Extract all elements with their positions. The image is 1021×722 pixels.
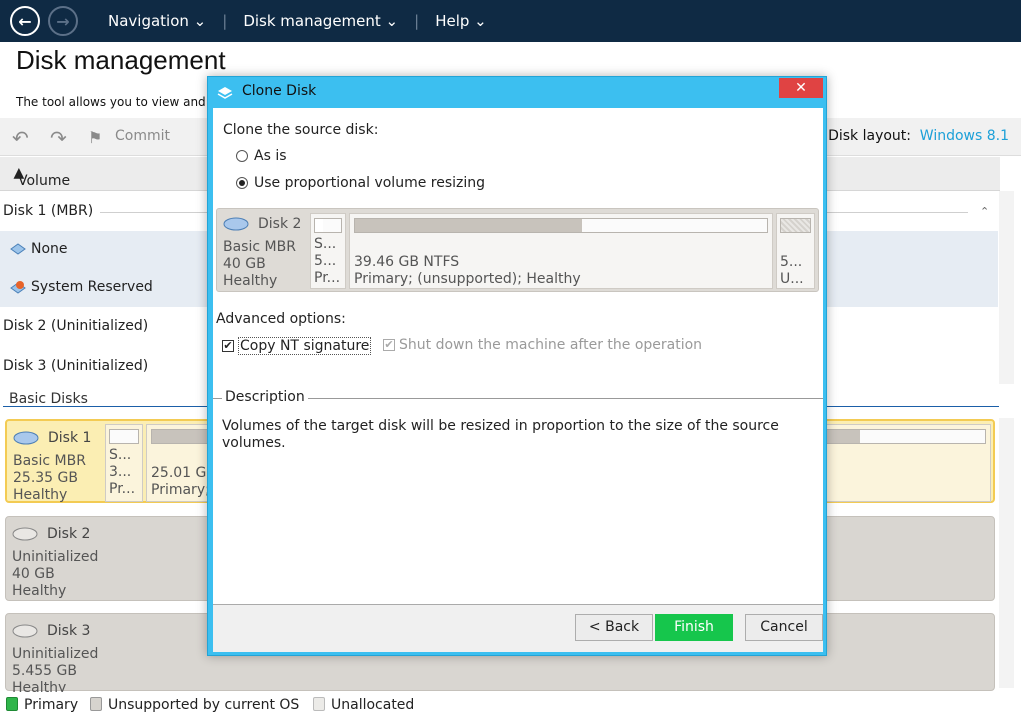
dialog-footer: < Back Finish Cancel	[213, 605, 823, 652]
clone-disk-dialog: Clone Disk ✕ Clone the source disk: As i…	[207, 76, 827, 656]
legend: Primary Unsupported by current OS Unallo…	[0, 692, 1021, 722]
radio-as-is[interactable]	[236, 150, 248, 162]
disks-scrollbar[interactable]	[999, 418, 1014, 688]
copy-nt-signature-option[interactable]: ✔ Copy NT signature	[222, 337, 372, 355]
collapse-icon[interactable]: ⌃	[980, 205, 989, 218]
disk-name: Disk 3	[47, 623, 91, 639]
option-proportional[interactable]: Use proportional volume resizing	[236, 175, 485, 191]
row-label: Disk 3 (Uninitialized)	[3, 358, 149, 374]
disk-icon	[223, 217, 249, 231]
page-title: Disk management	[16, 45, 226, 75]
back-button[interactable]: < Back	[575, 614, 653, 641]
commit-button[interactable]: Commit	[115, 128, 170, 144]
clone-source-label: Clone the source disk:	[223, 122, 379, 138]
source-disk-map[interactable]: Disk 2 Basic MBR 40 GB Healthy S... 5...…	[216, 208, 819, 292]
radio-proportional[interactable]	[236, 177, 248, 189]
checkbox-copy-nt[interactable]: ✔	[222, 340, 234, 352]
disk-meta: Uninitialized 40 GB Healthy	[12, 549, 99, 599]
description-group: Description Volumes of the target disk w…	[213, 389, 823, 605]
layers-icon	[217, 87, 233, 99]
partition-unsupported[interactable]: 5... U...	[776, 213, 815, 289]
partition-system-reserved[interactable]: S... 5... Pr...	[310, 213, 346, 289]
legend-unsupported: Unsupported by current OS	[90, 697, 299, 713]
undo-icon[interactable]: ↶	[12, 126, 29, 150]
disk-meta: Uninitialized 5.455 GB Healthy	[12, 646, 99, 696]
disk-layout-link[interactable]: Windows 8.1	[920, 128, 1009, 144]
volume-icon	[10, 243, 26, 255]
option-as-is[interactable]: As is	[236, 148, 287, 164]
top-nav-bar: ← → Navigation ⌄ | Disk management ⌄ | H…	[0, 0, 1021, 42]
partition-primary-ntfs[interactable]: 39.46 GB NTFS Primary; (unsupported); He…	[349, 213, 773, 289]
legend-primary: Primary	[6, 697, 78, 713]
main-menu: Navigation ⌄ | Disk management ⌄ | Help …	[102, 12, 493, 30]
dialog-body: Clone the source disk: As is Use proport…	[213, 108, 823, 652]
forward-arrow-icon[interactable]: →	[48, 6, 78, 36]
shutdown-option[interactable]: ✔ Shut down the machine after the operat…	[383, 337, 702, 353]
legend-unallocated: Unallocated	[313, 697, 414, 713]
page-subtitle: The tool allows you to view and ma	[16, 95, 229, 109]
disk-meta: Basic MBR 40 GB Healthy	[223, 239, 296, 289]
back-arrow-icon[interactable]: ←	[10, 6, 40, 36]
redo-icon[interactable]: ↷	[50, 126, 67, 150]
disk-icon	[12, 527, 38, 541]
disk-layout-label: Disk layout:	[828, 128, 911, 144]
menu-divider: |	[222, 12, 228, 30]
basic-disks-label: Basic Disks	[9, 391, 88, 407]
row-label: Disk 1 (MBR)	[3, 203, 94, 219]
disk-icon	[12, 624, 38, 638]
checkbox-shutdown[interactable]: ✔	[383, 339, 395, 351]
commit-flag-icon[interactable]: ⚑	[88, 128, 102, 147]
partition-system[interactable]: S... 3... Pr...	[105, 424, 143, 502]
disk-name: Disk 2	[47, 526, 91, 542]
volume-scrollbar[interactable]	[999, 191, 1014, 384]
dialog-title: Clone Disk	[242, 83, 317, 99]
cancel-button[interactable]: Cancel	[745, 614, 823, 641]
menu-help[interactable]: Help ⌄	[429, 12, 493, 30]
disk-icon	[13, 431, 39, 445]
row-label: None	[31, 241, 68, 257]
close-button[interactable]: ✕	[779, 78, 823, 98]
advanced-options-label: Advanced options:	[216, 311, 346, 327]
system-volume-icon	[10, 281, 26, 294]
menu-disk-management[interactable]: Disk management ⌄	[237, 12, 404, 30]
row-label: System Reserved	[31, 279, 153, 295]
menu-navigation[interactable]: Navigation ⌄	[102, 12, 212, 30]
disk-name: Disk 1	[48, 430, 92, 446]
menu-divider: |	[414, 12, 420, 30]
disk-meta: Basic MBR 25.35 GB Healthy	[13, 453, 86, 503]
description-title: Description	[222, 389, 308, 405]
description-text: Volumes of the target disk will be resiz…	[222, 418, 779, 451]
finish-button[interactable]: Finish	[655, 614, 733, 641]
row-label: Disk 2 (Uninitialized)	[3, 318, 149, 334]
disk-name: Disk 2	[258, 216, 302, 232]
